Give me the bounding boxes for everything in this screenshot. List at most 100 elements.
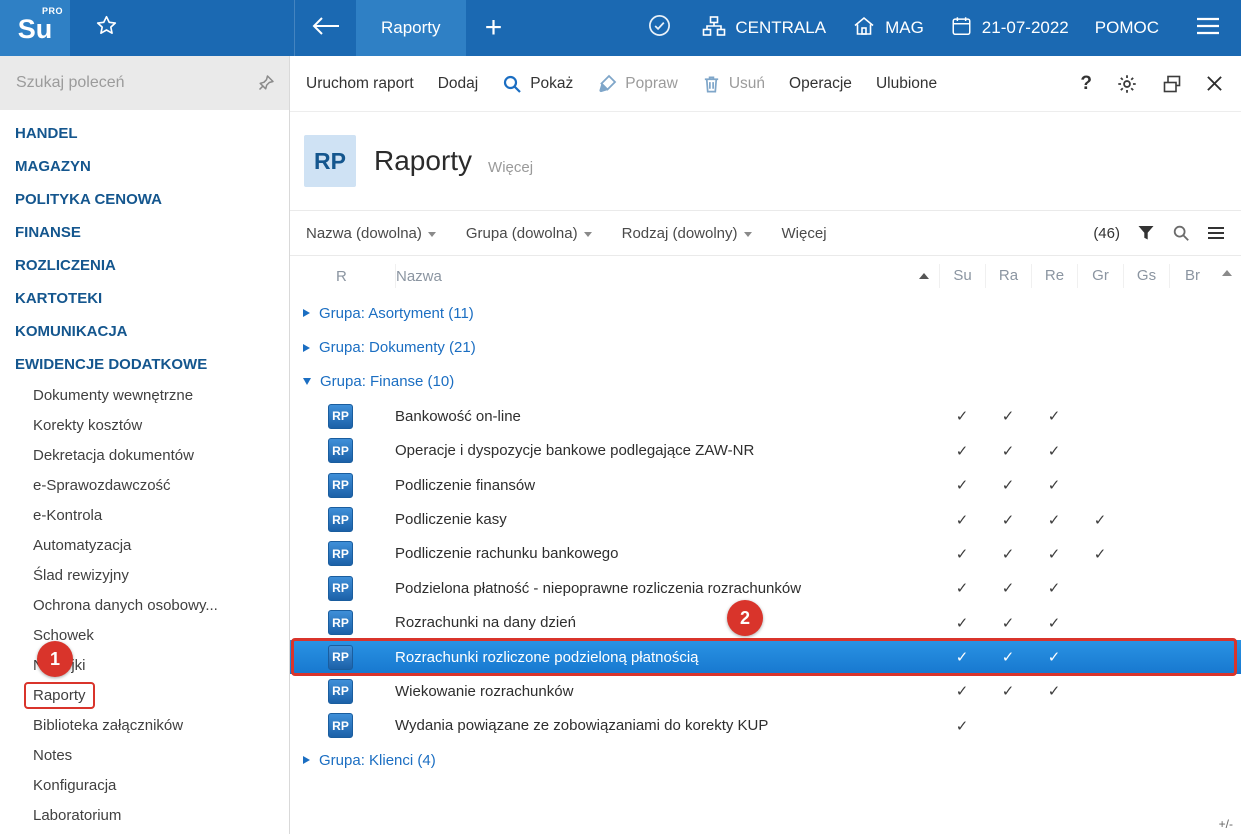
operacje-button[interactable]: Operacje — [777, 56, 864, 112]
usuń-button[interactable]: Usuń — [690, 56, 777, 112]
check-ra: ✓ — [985, 442, 1031, 460]
report-row-wydania-powiązane-ze-zobowiązaniami-do-korekty-kup[interactable]: RPWydania powiązane ze zobowiązaniami do… — [290, 709, 1241, 743]
status-check-button[interactable] — [642, 0, 676, 56]
header-rail — [1215, 256, 1241, 296]
report-icon-cell: RP — [290, 438, 395, 463]
sidebar-menu: HANDELMAGAZYNPOLITYKA CENOWAFINANSEROZLI… — [0, 110, 289, 831]
group-row-grupa-klienci-4[interactable]: Grupa: Klienci (4) — [290, 743, 1241, 777]
search-icon[interactable] — [1172, 224, 1190, 242]
topbar-item-label: CENTRALA — [735, 18, 826, 38]
report-row-operacje-i-dyspozycje-bankowe-podlegające-zaw-nr[interactable]: RPOperacje i dyspozycje bankowe podlegaj… — [290, 434, 1241, 468]
sidebar-item-raporty[interactable]: Raporty — [0, 681, 289, 711]
popraw-button[interactable]: Popraw — [585, 56, 690, 112]
filter-label: Nazwa (dowolna) — [306, 225, 422, 242]
filter-nazwa-dowolna[interactable]: Nazwa (dowolna) — [306, 225, 436, 242]
sidebar-item-laboratorium[interactable]: Laboratorium — [0, 801, 289, 831]
check-re: ✓ — [1031, 407, 1077, 425]
back-button[interactable] — [294, 0, 356, 56]
sidebar-section-ewidencje-dodatkowe[interactable]: EWIDENCJE DODATKOWE — [0, 348, 289, 381]
sidebar-item-notes[interactable]: Notes — [0, 741, 289, 771]
hamburger-menu-button[interactable] — [1185, 0, 1231, 56]
sidebar-item-biblioteka-załączników[interactable]: Biblioteka załączników — [0, 711, 289, 741]
group-row-grupa-finanse-10[interactable]: Grupa: Finanse (10) — [290, 365, 1241, 399]
favorites-star-icon[interactable] — [70, 0, 142, 56]
sidebar-item-dokumenty-wewnętrzne[interactable]: Dokumenty wewnętrzne — [0, 381, 289, 411]
filter-rodzaj-dowolny[interactable]: Rodzaj (dowolny) — [622, 225, 752, 242]
app-logo[interactable]: Su PRO — [0, 0, 70, 56]
group-row-grupa-asortyment-11[interactable]: Grupa: Asortyment (11) — [290, 296, 1241, 330]
column-header-name[interactable]: Nazwa — [395, 264, 939, 288]
group-row-grupa-dokumenty-21[interactable]: Grupa: Dokumenty (21) — [290, 330, 1241, 364]
annotation-highlight-box: Raporty — [24, 682, 95, 709]
help-question-button[interactable]: ? — [1080, 73, 1092, 95]
column-header-re[interactable]: Re — [1031, 264, 1077, 288]
report-icon-cell: RP — [290, 713, 395, 738]
expand-icon[interactable] — [303, 344, 310, 352]
pin-icon[interactable] — [257, 74, 275, 92]
gear-icon[interactable] — [1116, 73, 1138, 95]
sidebar-item-e-kontrola[interactable]: e-Kontrola — [0, 501, 289, 531]
expand-icon[interactable] — [303, 309, 310, 317]
tab-raporty[interactable]: Raporty — [356, 0, 466, 56]
funnel-icon[interactable] — [1137, 224, 1155, 242]
sidebar-section-magazyn[interactable]: MAGAZYN — [0, 150, 289, 183]
report-row-podzielona-płatność-niepoprawne-rozliczenia-rozrachunków[interactable]: RPPodzielona płatność - niepoprawne rozl… — [290, 571, 1241, 605]
header-more-link[interactable]: Więcej — [488, 159, 533, 176]
cascade-windows-icon[interactable] — [1162, 74, 1182, 94]
21-07-2022-button[interactable]: 21-07-2022 — [950, 15, 1069, 42]
sidebar-item-ślad-rewizyjny[interactable]: Ślad rewizyjny — [0, 561, 289, 591]
report-name: Bankowość on-line — [395, 408, 939, 425]
column-header-ra[interactable]: Ra — [985, 264, 1031, 288]
filter-grupa-dowolna[interactable]: Grupa (dowolna) — [466, 225, 592, 242]
expand-icon[interactable] — [303, 756, 310, 764]
sidebar-section-rozliczenia[interactable]: ROZLICZENIA — [0, 249, 289, 282]
report-row-rozrachunki-rozliczone-podzieloną-płatnością[interactable]: RPRozrachunki rozliczone podzieloną płat… — [290, 640, 1241, 674]
column-header-gr[interactable]: Gr — [1077, 264, 1123, 288]
sidebar-item-dekretacja-dokumentów[interactable]: Dekretacja dokumentów — [0, 441, 289, 471]
list-options-icon[interactable] — [1207, 226, 1225, 240]
sidebar-section-komunikacja[interactable]: KOMUNIKACJA — [0, 315, 289, 348]
mag-button[interactable]: MAG — [852, 15, 924, 42]
sidebar-section-finanse[interactable]: FINANSE — [0, 216, 289, 249]
tab-label: Raporty — [381, 18, 441, 38]
sidebar-item-automatyzacja[interactable]: Automatyzacja — [0, 531, 289, 561]
collapse-icon[interactable] — [303, 378, 311, 385]
report-row-podliczenie-rachunku-bankowego[interactable]: RPPodliczenie rachunku bankowego✓✓✓✓ — [290, 537, 1241, 571]
sidebar-item-korekty-kosztów[interactable]: Korekty kosztów — [0, 411, 289, 441]
sidebar-section-handel[interactable]: HANDEL — [0, 117, 289, 150]
column-header-gs[interactable]: Gs — [1123, 264, 1169, 288]
report-type-icon: RP — [328, 713, 353, 738]
search-input[interactable] — [16, 74, 257, 92]
report-row-rozrachunki-na-dany-dzień[interactable]: RPRozrachunki na dany dzień✓✓✓ — [290, 606, 1241, 640]
sidebar-item-konfiguracja[interactable]: Konfiguracja — [0, 771, 289, 801]
dodaj-button[interactable]: Dodaj — [426, 56, 491, 112]
column-header-br[interactable]: Br — [1169, 264, 1215, 288]
sidebar-section-kartoteki[interactable]: KARTOTEKI — [0, 282, 289, 315]
filter-więcej[interactable]: Więcej — [782, 225, 827, 242]
check-gr: ✓ — [1077, 545, 1123, 563]
close-icon[interactable] — [1206, 75, 1223, 92]
check-ra: ✓ — [985, 545, 1031, 563]
scrollbar-up-icon[interactable] — [1222, 270, 1232, 276]
pokaż-button[interactable]: Pokaż — [490, 56, 585, 112]
new-tab-button[interactable]: + — [466, 0, 522, 56]
report-row-bankowość-on-line[interactable]: RPBankowość on-line✓✓✓ — [290, 399, 1241, 433]
uruchom-raport-button[interactable]: Uruchom raport — [294, 56, 426, 112]
sidebar-section-polityka-cenowa[interactable]: POLITYKA CENOWA — [0, 183, 289, 216]
ulubione-button[interactable]: Ulubione — [864, 56, 949, 112]
centrala-button[interactable]: CENTRALA — [702, 15, 826, 42]
column-header-r[interactable]: R — [290, 268, 395, 285]
topbar-item-label: 21-07-2022 — [982, 18, 1069, 38]
column-header-su[interactable]: Su — [939, 264, 985, 288]
check-gr: ✓ — [1077, 511, 1123, 529]
building-icon — [852, 15, 876, 42]
sidebar-item-ochrona-danych-osobowy[interactable]: Ochrona danych osobowy... — [0, 591, 289, 621]
report-row-podliczenie-kasy[interactable]: RPPodliczenie kasy✓✓✓✓ — [290, 502, 1241, 536]
report-row-wiekowanie-rozrachunków[interactable]: RPWiekowanie rozrachunków✓✓✓ — [290, 674, 1241, 708]
check-ra: ✓ — [985, 648, 1031, 666]
check-su: ✓ — [939, 648, 985, 666]
sidebar-item-e-sprawozdawczość[interactable]: e-Sprawozdawczość — [0, 471, 289, 501]
pomoc-button[interactable]: POMOC — [1095, 18, 1159, 38]
module-badge: RP — [304, 135, 356, 187]
report-row-podliczenie-finansów[interactable]: RPPodliczenie finansów✓✓✓ — [290, 468, 1241, 502]
